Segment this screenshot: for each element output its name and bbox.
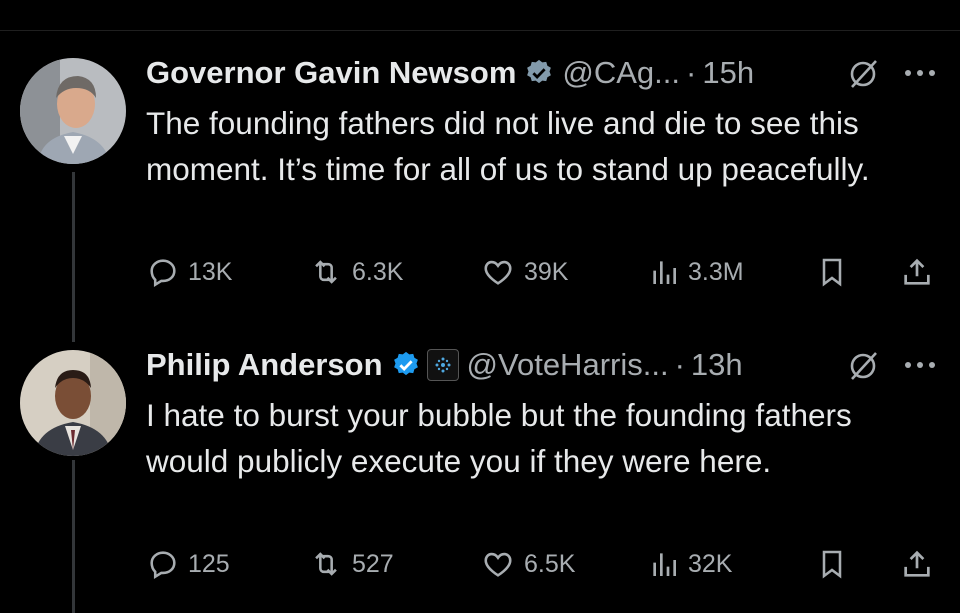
repost-count: 6.3K: [352, 257, 404, 286]
heart-icon: [484, 552, 512, 577]
tweet-header: Philip Anderson @VoteHarris... · 13h: [146, 345, 946, 385]
like-count: 6.5K: [524, 549, 576, 578]
views-button[interactable]: 32K: [648, 544, 732, 584]
like-button[interactable]: 6.5K: [480, 544, 575, 584]
repost-count: 527: [352, 549, 394, 578]
repost-button[interactable]: 6.3K: [308, 252, 403, 292]
views-button[interactable]: 3.3M: [648, 252, 744, 292]
grok-icon[interactable]: [846, 349, 880, 388]
reply-button[interactable]: 125: [146, 544, 230, 584]
reply-button[interactable]: 13K: [146, 252, 232, 292]
bookmark-button[interactable]: [816, 544, 856, 584]
bookmark-icon: [822, 550, 842, 579]
tweet-header: Governor Gavin Newsom @CAg... · 15h: [146, 53, 946, 93]
reply-count: 125: [188, 549, 230, 578]
avatar[interactable]: [20, 58, 126, 164]
timestamp[interactable]: 13h: [691, 347, 743, 383]
repost-icon: [315, 260, 337, 284]
reply-icon: [150, 259, 176, 288]
separator-dot: ·: [686, 55, 697, 90]
tweet-text: I hate to burst your bubble but the foun…: [146, 397, 852, 479]
share-icon: [904, 258, 930, 285]
bookmark-button[interactable]: [816, 252, 856, 292]
repost-icon: [315, 552, 337, 576]
share-button[interactable]: [900, 544, 942, 584]
bookmark-icon: [822, 258, 842, 287]
thread-connector: [72, 172, 75, 342]
author-name[interactable]: Governor Gavin Newsom: [146, 55, 516, 91]
view-count: 32K: [688, 549, 733, 578]
like-button[interactable]: 39K: [480, 252, 568, 292]
verified-badge-icon: [524, 58, 554, 88]
timestamp[interactable]: 15h: [702, 55, 754, 91]
tweet-actions: 13K 6.3K 39K 3.3M: [146, 252, 946, 292]
reply-icon: [150, 551, 176, 580]
views-chart-icon: [653, 261, 676, 284]
affiliate-badge-icon[interactable]: [426, 349, 459, 381]
thread-connector: [72, 460, 75, 613]
reply-count: 13K: [188, 257, 233, 286]
verified-badge-icon: [391, 350, 421, 380]
heart-icon: [484, 260, 512, 285]
view-count: 3.3M: [688, 257, 744, 286]
repost-button[interactable]: 527: [308, 544, 394, 584]
more-options-icon[interactable]: [902, 66, 938, 85]
share-button[interactable]: [900, 252, 942, 292]
tweet-actions: 125 527 6.5K 32K: [146, 544, 946, 584]
tweet-text: The founding fathers did not live and di…: [146, 105, 870, 187]
top-divider: [0, 30, 960, 31]
author-handle[interactable]: @VoteHarris...: [467, 347, 669, 383]
author-handle[interactable]: @CAg...: [562, 55, 680, 91]
views-chart-icon: [653, 553, 676, 576]
more-options-icon[interactable]: [902, 358, 938, 377]
avatar[interactable]: [20, 350, 126, 456]
share-icon: [904, 550, 930, 577]
grok-icon[interactable]: [846, 57, 880, 96]
like-count: 39K: [524, 257, 569, 286]
separator-dot: ·: [674, 347, 685, 382]
author-name[interactable]: Philip Anderson: [146, 347, 383, 383]
